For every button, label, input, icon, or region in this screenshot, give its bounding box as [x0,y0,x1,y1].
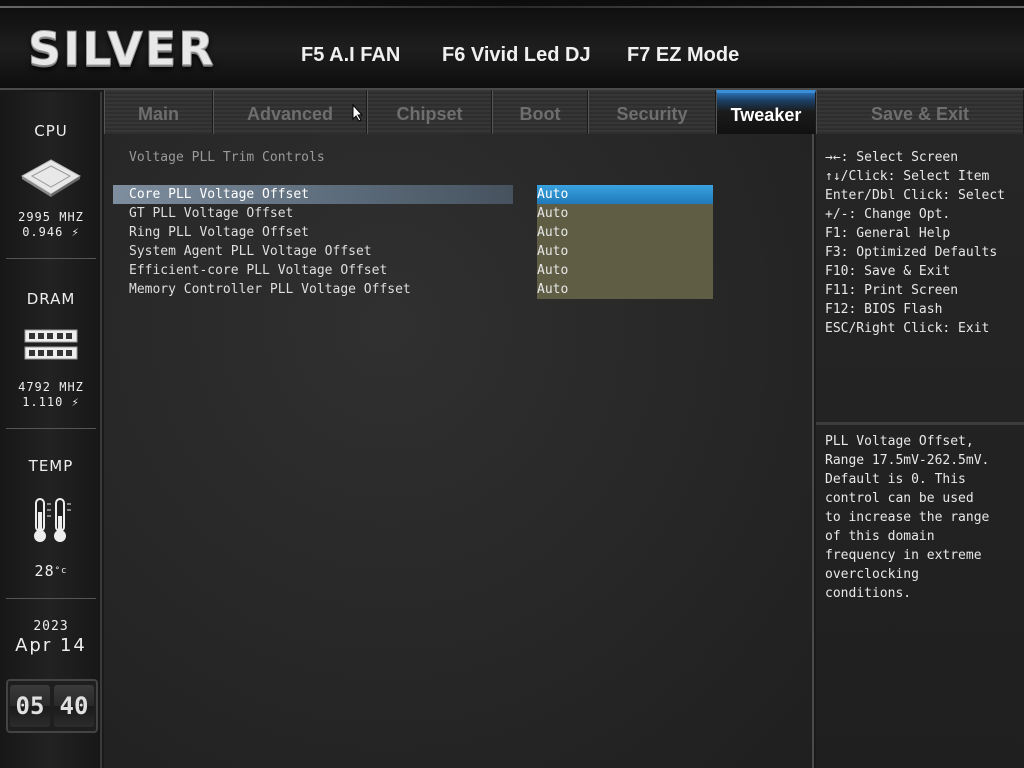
tab-main[interactable]: Main [104,90,213,134]
setting-row-memory-controller-pll[interactable]: Memory Controller PLL Voltage Offset Aut… [113,280,813,299]
setting-label: GT PLL Voltage Offset [129,206,294,221]
key-hint: ↑↓/Click: Select Item [825,169,990,184]
key-hint: →←: Select Screen [825,150,959,165]
dram-label: DRAM [26,290,76,308]
top-header: SILVER F5 A.I FAN F6 Vivid Led DJ F7 EZ … [0,0,1024,90]
key-hint: F12: BIOS Flash [825,302,943,317]
description-line: to increase the range [825,510,990,525]
setting-value[interactable]: Auto [537,242,713,261]
cpu-frequency: 2995 MHZ [18,210,84,224]
temp-row: 28°c [34,562,68,580]
tab-boot[interactable]: Boot [492,90,588,134]
sidebar-divider [6,258,96,259]
tab-save-exit[interactable]: Save & Exit [816,90,1024,134]
description-line: conditions. [825,586,912,601]
key-hint: +/-: Change Opt. [825,207,951,222]
dram-frequency: 4792 MHZ [18,380,84,394]
cpu-label: CPU [34,122,68,140]
tab-bar: Main Advanced Chipset Boot Security Twea… [104,90,1024,134]
thermometer-icon [0,496,102,544]
hotkey-ai-fan[interactable]: F5 A.I FAN [301,44,400,67]
description-line: overclocking [825,567,919,582]
temp-label: TEMP [28,457,74,475]
status-sidebar: CPU 2995 MHZ 0.946 ⚡ DRAM 4792 MHZ 1.110… [0,92,102,768]
date-month-day: Apr 14 [15,635,87,656]
setting-row-system-agent-pll[interactable]: System Agent PLL Voltage Offset Auto [113,242,813,261]
description-line: PLL Voltage Offset, [825,434,974,449]
dram-voltage-row: 1.110 ⚡ [0,395,102,410]
setting-label: Memory Controller PLL Voltage Offset [129,282,411,297]
lightning-icon: ⚡ [71,395,80,409]
description-line: frequency in extreme [825,548,982,563]
description-line: Range 17.5mV-262.5mV. [825,453,990,468]
key-hint: F3: Optimized Defaults [825,245,998,260]
item-description: PLL Voltage Offset, Range 17.5mV-262.5mV… [825,432,1021,603]
hotkey-vivid-led-dj[interactable]: F6 Vivid Led DJ [442,44,591,67]
sidebar-divider [6,598,96,599]
setting-row-core-pll[interactable]: Core PLL Voltage Offset Auto [113,185,813,204]
setting-value[interactable]: Auto [537,223,713,242]
silver-logo: SILVER [28,22,216,77]
setting-value[interactable]: Auto [537,280,713,299]
mouse-pointer-icon [352,103,364,126]
section-title: Voltage PLL Trim Controls [129,150,325,165]
description-line: Default is 0. This [825,472,966,487]
key-hint: ESC/Right Click: Exit [825,321,990,336]
help-divider [816,422,1024,425]
key-legend: →←: Select Screen ↑↓/Click: Select Item … [825,148,1005,338]
cpu-voltage: 0.946 [22,225,64,239]
hotkey-ez-mode[interactable]: F7 EZ Mode [627,44,739,67]
setting-label: Ring PLL Voltage Offset [129,225,310,240]
tab-tweaker[interactable]: Tweaker [716,90,816,134]
lightning-icon: ⚡ [71,225,80,239]
key-hint: F1: General Help [825,226,951,241]
tab-advanced[interactable]: Advanced [213,90,367,134]
key-hint: F10: Save & Exit [825,264,951,279]
date-year: 2023 [33,619,69,634]
help-panel: →←: Select Screen ↑↓/Click: Select Item … [816,134,1024,768]
setting-label: Core PLL Voltage Offset [113,185,513,204]
tab-security[interactable]: Security [588,90,716,134]
setting-row-ring-pll[interactable]: Ring PLL Voltage Offset Auto [113,223,813,242]
clock: 05 40 [6,679,98,733]
description-line: of this domain [825,529,935,544]
key-hint: F11: Print Screen [825,283,959,298]
setting-row-gt-pll[interactable]: GT PLL Voltage Offset Auto [113,204,813,223]
description-line: control can be used [825,491,974,506]
tab-chipset[interactable]: Chipset [367,90,492,134]
setting-label: Efficient-core PLL Voltage Offset [129,263,388,278]
clock-minutes: 40 [54,685,94,727]
dram-voltage: 1.110 [22,395,64,409]
temp-value: 28 [34,562,55,580]
setting-row-efficient-core-pll[interactable]: Efficient-core PLL Voltage Offset Auto [113,261,813,280]
clock-hours: 05 [10,685,50,727]
cpu-voltage-row: 0.946 ⚡ [0,225,102,240]
setting-value[interactable]: Auto [537,185,713,204]
settings-panel: Voltage PLL Trim Controls Core PLL Volta… [104,134,814,768]
sidebar-divider [6,428,96,429]
setting-value[interactable]: Auto [537,204,713,223]
setting-label: System Agent PLL Voltage Offset [129,244,372,259]
dram-module-icon [0,328,102,362]
cpu-chip-icon [0,158,102,198]
setting-value[interactable]: Auto [537,261,713,280]
key-hint: Enter/Dbl Click: Select [825,188,1006,203]
